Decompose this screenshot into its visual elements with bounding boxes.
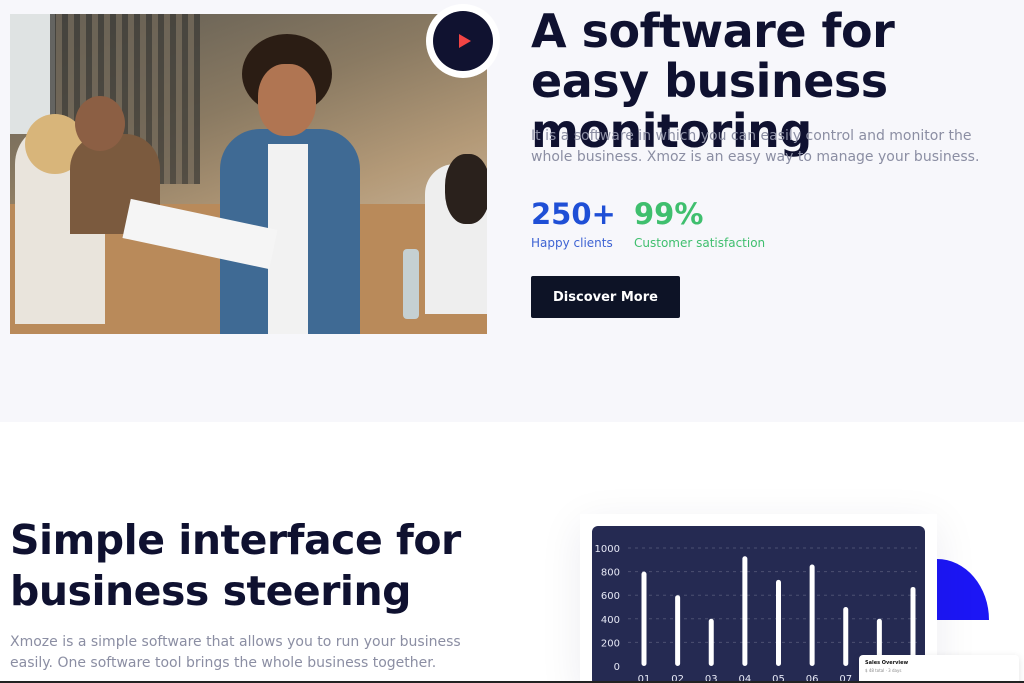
- widget-subtitle: $ 48 total · 3 days: [865, 668, 902, 673]
- chart-bar: [675, 595, 681, 666]
- feature-description: Xmoze is a simple software that allows y…: [10, 634, 461, 671]
- play-icon: [458, 34, 471, 48]
- feature-title: Simple interface for business steering: [10, 516, 461, 615]
- y-tick-label: 0: [614, 662, 620, 673]
- chart-bar: [843, 607, 849, 666]
- discover-more-button[interactable]: Discover More: [531, 276, 680, 318]
- chart-bar: [641, 571, 647, 666]
- chart-bar: [776, 579, 781, 666]
- decorative-quarter-circle: [937, 559, 989, 620]
- chart-bar: [742, 556, 748, 666]
- y-tick-label: 400: [601, 615, 620, 626]
- stat-value: 99%: [634, 197, 704, 231]
- team-meeting-photo: [10, 14, 487, 334]
- chart-bar: [809, 564, 815, 666]
- sales-overview-widget: Sales Overview $ 48 total · 3 days: [859, 655, 1019, 683]
- stat-customer-satisfaction: 99% Customer satisfaction: [634, 196, 765, 250]
- stat-value: 250+: [531, 197, 616, 231]
- widget-title: Sales Overview: [865, 660, 909, 666]
- y-tick-label: 800: [601, 568, 620, 579]
- chart-bar: [708, 618, 714, 666]
- hero-section: A software for easy business monitoring …: [0, 0, 1024, 422]
- play-video-button[interactable]: [426, 4, 500, 78]
- y-tick-label: 600: [601, 591, 620, 602]
- feature-section: Simple interface for business steering X…: [0, 422, 1024, 683]
- hero-description: It is a software in which you can easily…: [531, 128, 980, 165]
- stat-label: Happy clients: [531, 236, 613, 250]
- stat-label: Customer satisfaction: [634, 236, 766, 250]
- y-tick-label: 1000: [595, 544, 620, 555]
- y-tick-label: 200: [601, 638, 620, 649]
- stat-happy-clients: 250+ Happy clients: [531, 196, 616, 250]
